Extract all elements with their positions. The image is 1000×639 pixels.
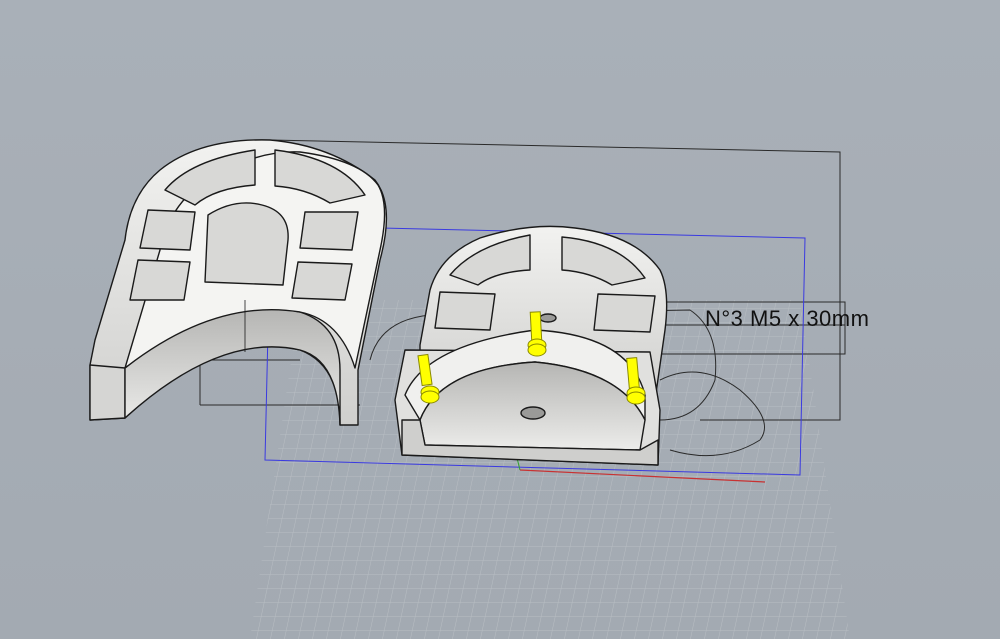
rhino-viewport[interactable]: N°3 M5 x 30mm (0, 0, 1000, 639)
left-clamp-part[interactable] (89, 139, 388, 426)
dimension-annotation[interactable]: N°3 M5 x 30mm (705, 306, 869, 332)
